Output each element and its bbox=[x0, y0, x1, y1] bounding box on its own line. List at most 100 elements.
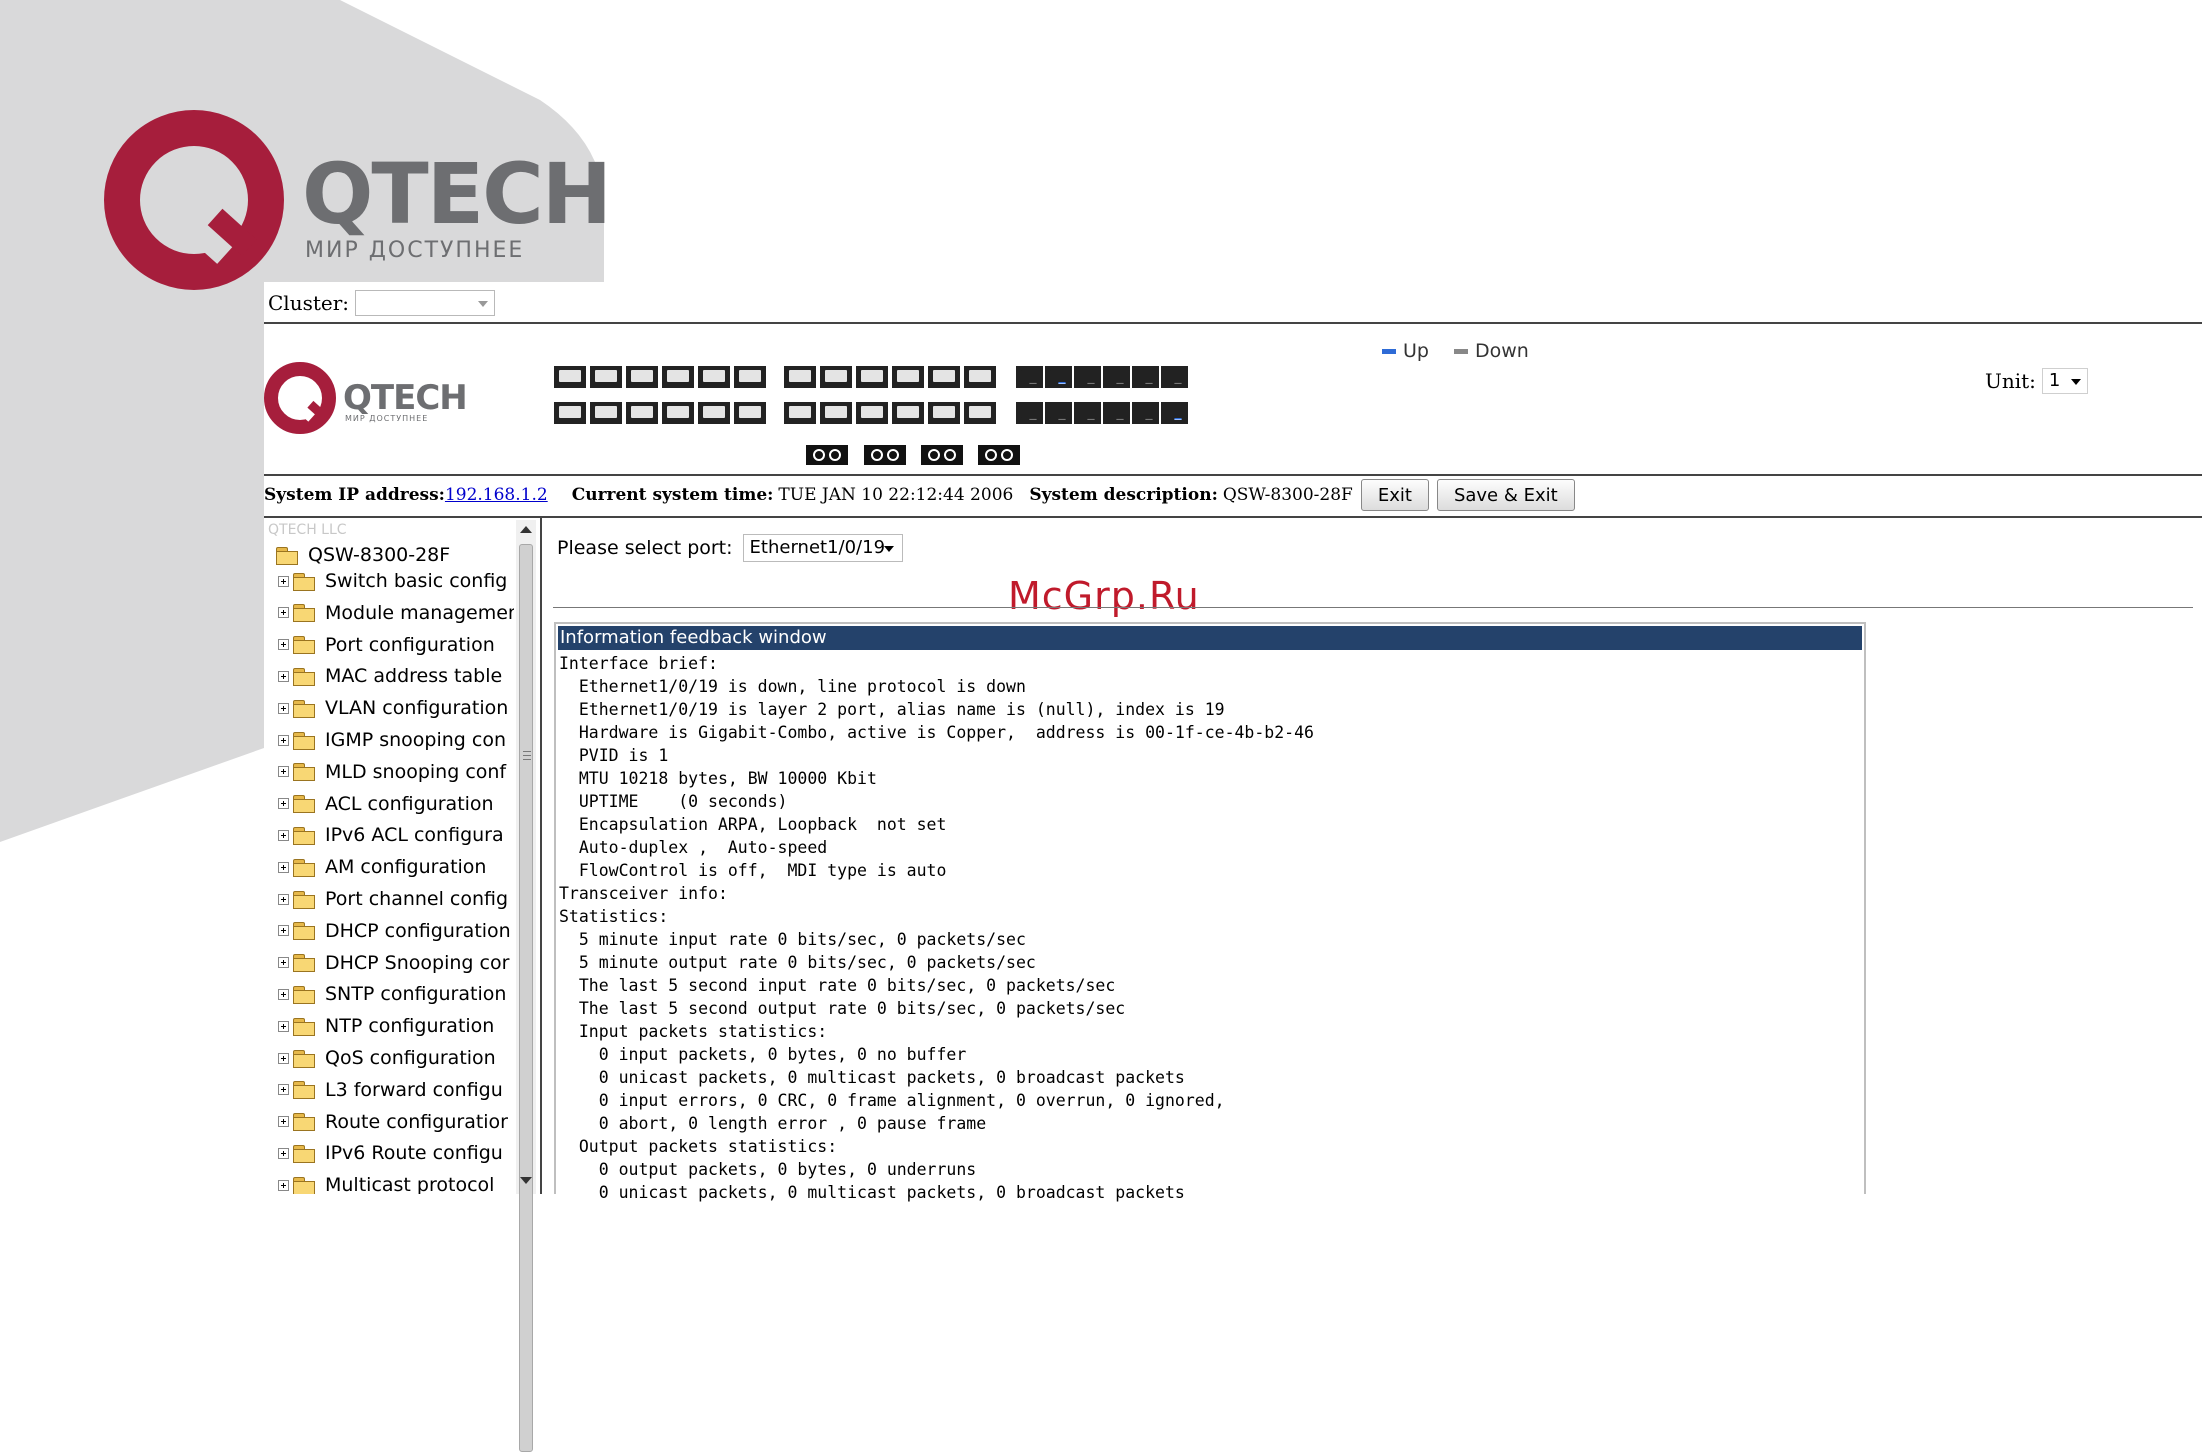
sidebar-tree-item[interactable]: QoS configuration bbox=[278, 1047, 496, 1069]
sidebar-tree-item[interactable]: Switch basic config bbox=[278, 570, 507, 592]
expand-plus-icon[interactable] bbox=[278, 1020, 289, 1032]
sfp-port[interactable] bbox=[856, 366, 888, 388]
expand-plus-icon[interactable] bbox=[278, 861, 289, 873]
scroll-down-arrow-icon[interactable] bbox=[520, 1177, 532, 1184]
ip-link[interactable]: 192.168.1.2 bbox=[445, 485, 548, 505]
sidebar-scrollbar[interactable] bbox=[516, 520, 536, 1452]
rj45-port[interactable] bbox=[1132, 366, 1159, 388]
sfp-port[interactable] bbox=[856, 402, 888, 424]
scroll-up-arrow-icon[interactable] bbox=[520, 526, 532, 533]
expand-plus-icon[interactable] bbox=[278, 957, 289, 969]
expand-plus-icon[interactable] bbox=[278, 893, 289, 905]
scrollbar-thumb[interactable] bbox=[519, 544, 533, 1452]
expand-plus-icon[interactable] bbox=[278, 766, 289, 778]
sfp-port[interactable] bbox=[554, 366, 586, 388]
sfp-port[interactable] bbox=[734, 366, 766, 388]
sidebar-tree-item[interactable]: VLAN configuration bbox=[278, 697, 508, 719]
rj45-port[interactable] bbox=[1132, 402, 1159, 424]
ethernet-jack-icon bbox=[1111, 407, 1129, 420]
feedback-line: 0 input errors, 0 CRC, 0 frame alignment… bbox=[559, 1091, 1225, 1110]
sfp-port[interactable] bbox=[626, 366, 658, 388]
sidebar-tree-item[interactable]: Module managemen bbox=[278, 602, 514, 624]
expand-plus-icon[interactable] bbox=[278, 988, 289, 1000]
sidebar-tree-item[interactable]: IPv6 ACL configura bbox=[278, 824, 504, 846]
rj45-port[interactable] bbox=[1103, 366, 1130, 388]
expand-plus-icon[interactable] bbox=[278, 734, 289, 746]
sidebar-tree-item[interactable]: DHCP Snooping cor bbox=[278, 952, 509, 974]
sidebar-tree-item[interactable]: Multicast protocol bbox=[278, 1174, 494, 1194]
rj45-port[interactable] bbox=[1161, 402, 1188, 424]
sfp-port[interactable] bbox=[590, 402, 622, 424]
folder-icon bbox=[293, 1049, 315, 1068]
rj45-port[interactable] bbox=[1161, 366, 1188, 388]
sfp-port[interactable] bbox=[892, 402, 924, 424]
sidebar-tree-item[interactable]: L3 forward configu bbox=[278, 1079, 503, 1101]
sidebar-tree-item[interactable]: Port configuration bbox=[278, 634, 495, 656]
expand-plus-icon[interactable] bbox=[278, 607, 289, 619]
rj45-port[interactable] bbox=[1074, 366, 1101, 388]
fiber-port[interactable] bbox=[921, 445, 963, 465]
expand-plus-icon[interactable] bbox=[278, 1084, 289, 1096]
feedback-line: Encapsulation ARPA, Loopback not set bbox=[559, 815, 947, 834]
rj45-port[interactable] bbox=[1103, 402, 1130, 424]
sfp-port[interactable] bbox=[892, 366, 924, 388]
rj45-port[interactable] bbox=[1074, 402, 1101, 424]
expand-plus-icon[interactable] bbox=[278, 925, 289, 937]
sfp-port[interactable] bbox=[964, 402, 996, 424]
cluster-select[interactable] bbox=[355, 290, 496, 316]
sfp-port[interactable] bbox=[784, 402, 816, 424]
folder-open-icon bbox=[276, 546, 298, 565]
sfp-port[interactable] bbox=[928, 402, 960, 424]
sfp-port[interactable] bbox=[820, 366, 852, 388]
sfp-port[interactable] bbox=[784, 366, 816, 388]
rj45-port[interactable] bbox=[1016, 402, 1043, 424]
fiber-port[interactable] bbox=[864, 445, 906, 465]
expand-plus-icon[interactable] bbox=[278, 639, 289, 651]
divider bbox=[264, 516, 2202, 518]
expand-plus-icon[interactable] bbox=[278, 702, 289, 714]
sidebar-tree-item[interactable]: Port channel config bbox=[278, 888, 508, 910]
sfp-port[interactable] bbox=[698, 366, 730, 388]
rj45-port[interactable] bbox=[1045, 366, 1072, 388]
ethernet-jack-icon bbox=[1053, 371, 1071, 384]
sfp-port[interactable] bbox=[626, 402, 658, 424]
folder-icon bbox=[293, 763, 315, 782]
sfp-port[interactable] bbox=[820, 402, 852, 424]
rj45-port[interactable] bbox=[1045, 402, 1072, 424]
sidebar-tree-item[interactable]: AM configuration bbox=[278, 856, 486, 878]
sidebar-tree-item[interactable]: MLD snooping conf bbox=[278, 761, 506, 783]
sfp-port[interactable] bbox=[662, 366, 694, 388]
sfp-port[interactable] bbox=[928, 366, 960, 388]
expand-plus-icon[interactable] bbox=[278, 829, 289, 841]
expand-plus-icon[interactable] bbox=[278, 575, 289, 587]
expand-plus-icon[interactable] bbox=[278, 798, 289, 810]
expand-plus-icon[interactable] bbox=[278, 1116, 289, 1128]
save-exit-button[interactable]: Save & Exit bbox=[1436, 479, 1575, 511]
sidebar-tree-item[interactable]: IGMP snooping con bbox=[278, 729, 506, 751]
sidebar-tree-item[interactable]: DHCP configuration bbox=[278, 920, 511, 942]
sidebar-tree-item[interactable]: SNTP configuration bbox=[278, 983, 506, 1005]
sfp-port[interactable] bbox=[734, 402, 766, 424]
sidebar-tree-item[interactable]: Route configuratior bbox=[278, 1111, 508, 1133]
sidebar-tree-item[interactable]: IPv6 Route configu bbox=[278, 1142, 503, 1164]
sidebar-tree-item[interactable]: NTP configuration bbox=[278, 1015, 494, 1037]
sidebar-tree-item[interactable]: MAC address table bbox=[278, 665, 502, 687]
port-select[interactable]: Ethernet1/0/19 bbox=[742, 534, 903, 562]
sfp-port[interactable] bbox=[554, 402, 586, 424]
sfp-port[interactable] bbox=[964, 366, 996, 388]
fiber-port[interactable] bbox=[978, 445, 1020, 465]
exit-button[interactable]: Exit bbox=[1360, 479, 1429, 511]
sfp-port[interactable] bbox=[698, 402, 730, 424]
fiber-port[interactable] bbox=[806, 445, 848, 465]
sfp-port[interactable] bbox=[590, 366, 622, 388]
expand-plus-icon[interactable] bbox=[278, 1179, 289, 1191]
sidebar-tree-item[interactable]: ACL configuration bbox=[278, 793, 494, 815]
feedback-line: Ethernet1/0/19 is down, line protocol is… bbox=[559, 677, 1026, 696]
unit-select[interactable]: 1 bbox=[2041, 368, 2088, 394]
expand-plus-icon[interactable] bbox=[278, 670, 289, 682]
rj45-port[interactable] bbox=[1016, 366, 1043, 388]
tree-root[interactable]: QSW-8300-28F bbox=[276, 544, 450, 566]
expand-plus-icon[interactable] bbox=[278, 1052, 289, 1064]
expand-plus-icon[interactable] bbox=[278, 1147, 289, 1159]
sfp-port[interactable] bbox=[662, 402, 694, 424]
